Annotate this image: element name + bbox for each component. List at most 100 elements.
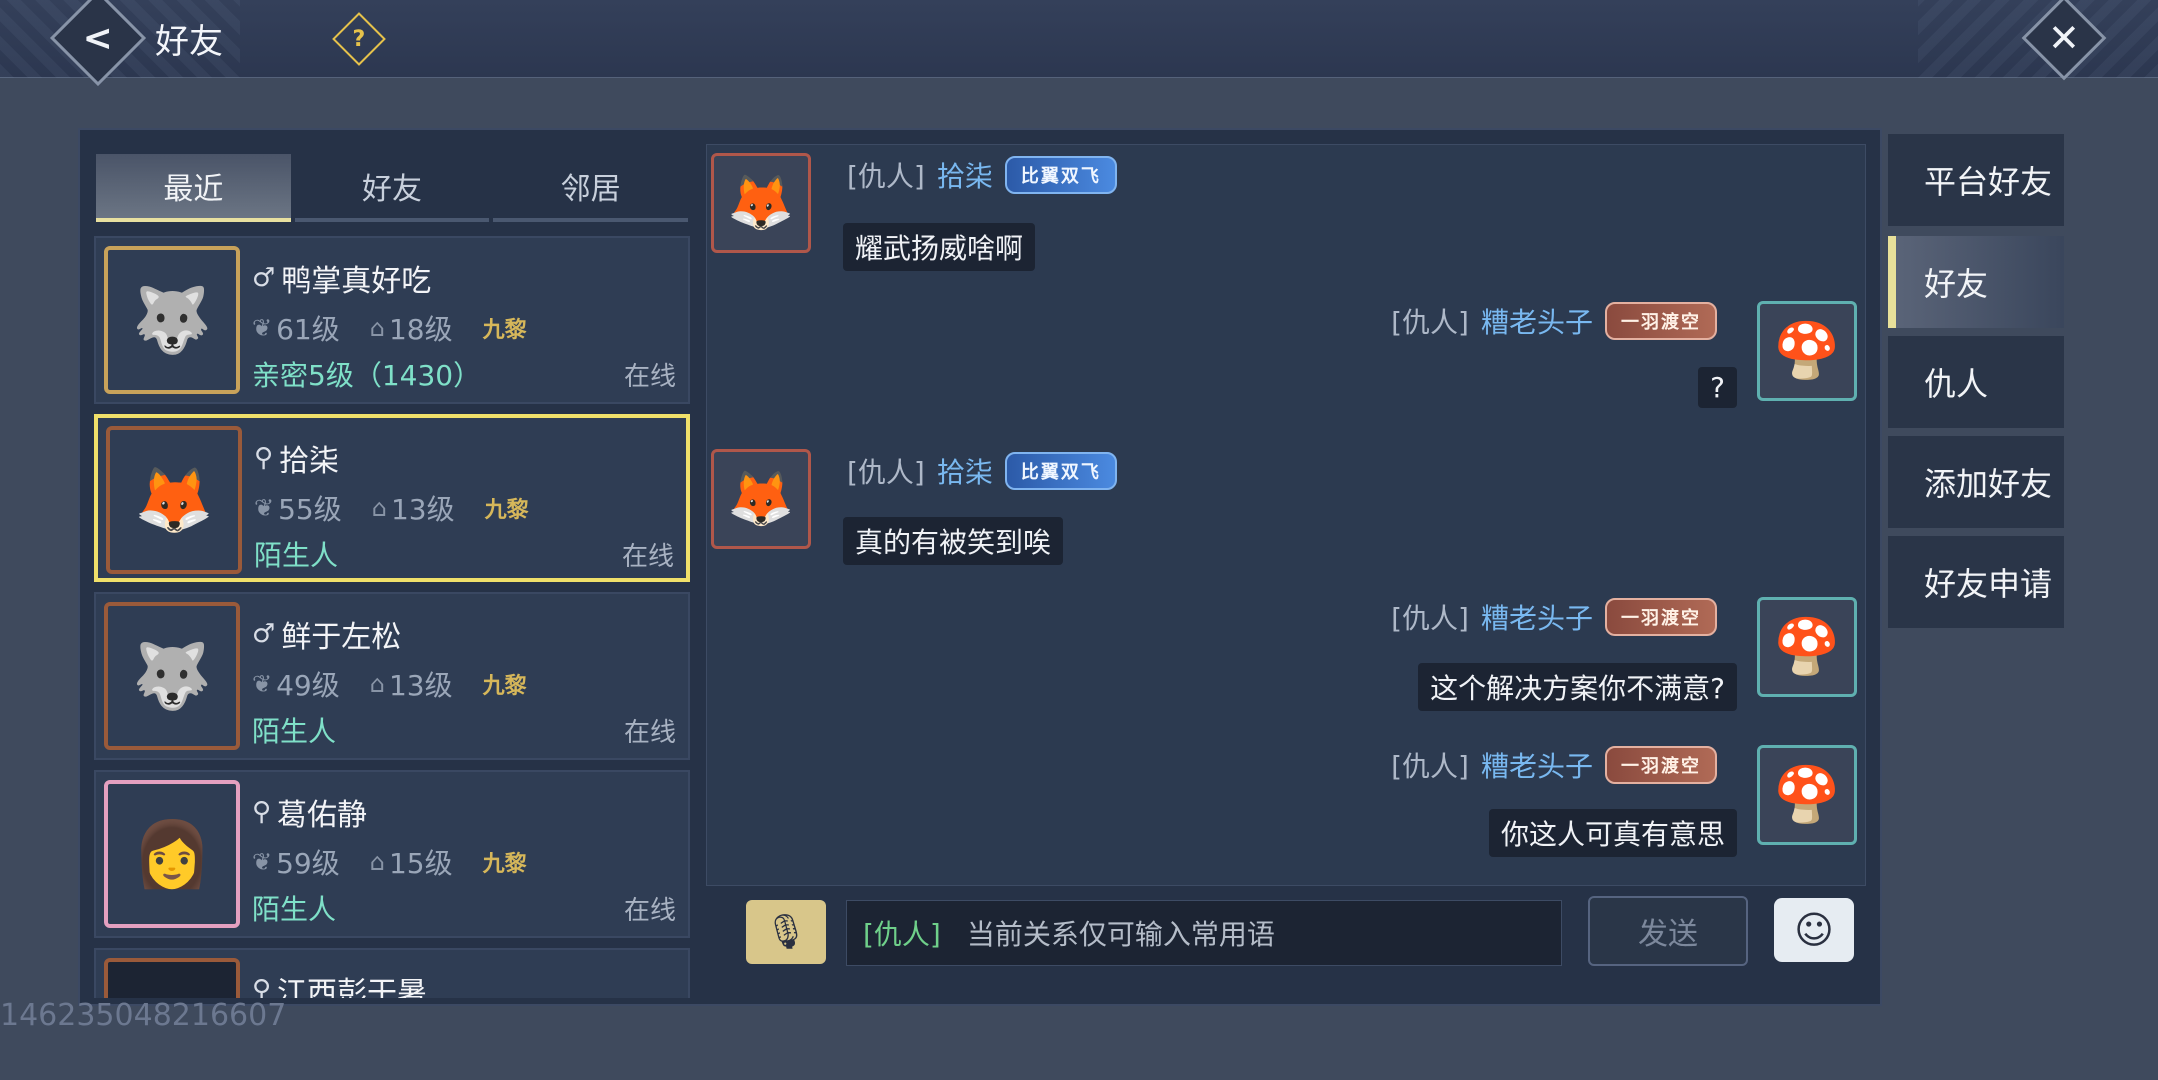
- avatar: 🦊: [106, 426, 242, 574]
- avatar: 🐺: [104, 246, 240, 394]
- guild-label: 九黎: [482, 852, 527, 877]
- title-badge: 一羽渡空: [1605, 598, 1717, 636]
- male-icon: ♂: [252, 619, 276, 649]
- tab-recent[interactable]: 最近: [96, 154, 291, 222]
- sender-name[interactable]: 拾柒: [937, 451, 993, 491]
- help-button[interactable]: ?: [332, 12, 386, 66]
- contact-name: 鸭掌真好吃: [281, 264, 432, 299]
- contact-card[interactable]: ⚲ 江西彭干暑: [94, 948, 690, 998]
- relation-tag: [仇人]: [847, 160, 925, 193]
- sender-avatar[interactable]: 🦊: [711, 153, 811, 253]
- home-level: 15级: [388, 847, 453, 880]
- chat-log[interactable]: 🦊 [仇人] 拾柒 比翼双飞 耀武扬威啥啊 🍄 [仇人] 糟老头子 一羽渡空 ?…: [706, 144, 1866, 886]
- player-level: 55级: [278, 493, 342, 526]
- watermark-id: 14623504821660​7: [0, 998, 287, 1033]
- online-status: 在线: [623, 362, 676, 392]
- player-level: 49级: [276, 669, 340, 702]
- relation-tag: [仇人]: [847, 456, 925, 489]
- male-icon: ♂: [252, 263, 276, 293]
- contact-name: 江西彭干暑: [277, 976, 428, 998]
- contact-name: 拾柒: [279, 444, 340, 479]
- relation-tag: [仇人]: [1391, 602, 1469, 635]
- message-bubble: 你这人可真有意思: [1488, 809, 1737, 857]
- title-badge: 一羽渡空: [1605, 746, 1717, 784]
- side-tab-friends[interactable]: 好友: [1888, 236, 2064, 328]
- emoji-button[interactable]: ☺: [1774, 898, 1854, 962]
- online-status: 在线: [623, 718, 676, 748]
- wing-icon: ❦: [252, 314, 273, 342]
- close-icon: ✕: [2048, 16, 2080, 60]
- contact-card[interactable]: 🐺 ♂ 鸭掌真好吃 ❦ 61级 ⌂ 18级 九黎 亲密5级（1430） 在线: [94, 236, 690, 404]
- sender-avatar[interactable]: 🍄: [1757, 597, 1857, 697]
- relation-tag: [仇人]: [1391, 306, 1469, 339]
- input-relation-prefix: [仇人]: [863, 918, 941, 951]
- question-mark-icon: ?: [352, 26, 366, 52]
- wing-icon: ❦: [252, 848, 273, 876]
- sender-name[interactable]: 糟老头子: [1481, 597, 1593, 637]
- guild-label: 九黎: [484, 498, 529, 523]
- back-arrow-icon: <: [82, 17, 114, 59]
- house-icon: ⌂: [369, 670, 385, 698]
- guild-label: 九黎: [482, 674, 527, 699]
- sender-name[interactable]: 糟老头子: [1481, 745, 1593, 785]
- chat-input[interactable]: [仇人] 当前关系仅可输入常用语: [846, 900, 1562, 966]
- smiley-icon: ☺: [1794, 908, 1834, 952]
- page-title: 好友: [155, 22, 223, 62]
- sender-avatar[interactable]: 🍄: [1757, 745, 1857, 845]
- side-tab-enemies[interactable]: 仇人: [1888, 336, 2064, 428]
- contact-card[interactable]: 🐺 ♂ 鲜于左松 ❦ 49级 ⌂ 13级 九黎 陌生人 在线: [94, 592, 690, 760]
- wing-icon: ❦: [254, 494, 275, 522]
- side-tab-platform-friends[interactable]: 平台好友: [1888, 134, 2064, 226]
- contact-card[interactable]: 👩 ⚲ 葛佑静 ❦ 59级 ⌂ 15级 九黎 陌生人 在线: [94, 770, 690, 938]
- contact-card-selected[interactable]: 🦊 ⚲ 拾柒 ❦ 55级 ⌂ 13级 九黎 陌生人 在线: [94, 414, 690, 582]
- house-icon: ⌂: [369, 314, 385, 342]
- relation-label: 陌生人: [254, 539, 339, 572]
- search-gender-icon: ⚲: [254, 443, 274, 473]
- microphone-icon: 🎙: [764, 912, 808, 952]
- search-gender-icon: ⚲: [252, 797, 272, 827]
- player-level: 61级: [276, 313, 340, 346]
- side-tab-add-friend[interactable]: 添加好友: [1888, 436, 2064, 528]
- top-bar: < 好友 ? ✕: [0, 0, 2158, 87]
- message-bubble: 真的有被笑到唉: [843, 517, 1064, 565]
- voice-input-button[interactable]: 🎙: [746, 900, 826, 964]
- relation-label: 亲密5级（1430）: [252, 359, 482, 392]
- contact-list-panel: 最近 好友 邻居 🐺 ♂ 鸭掌真好吃 ❦ 61级 ⌂ 18级 九黎 亲密5级（1430…: [92, 150, 692, 998]
- avatar: [104, 958, 240, 998]
- sender-avatar[interactable]: 🦊: [711, 449, 811, 549]
- avatar: 🐺: [104, 602, 240, 750]
- message-bubble: 这个解决方案你不满意?: [1418, 663, 1737, 711]
- online-status: 在线: [621, 542, 674, 572]
- contact-name: 葛佑静: [277, 798, 368, 833]
- relation-label: 陌生人: [252, 893, 337, 926]
- side-tab-friend-requests[interactable]: 好友申请: [1888, 536, 2064, 628]
- message-bubble: ?: [1698, 367, 1737, 408]
- home-level: 13级: [390, 493, 455, 526]
- house-icon: ⌂: [369, 848, 385, 876]
- online-status: 在线: [623, 896, 676, 926]
- chat-input-bar: 🎙 [仇人] 当前关系仅可输入常用语 发送 ☺: [706, 890, 1866, 1000]
- contact-name: 鲜于左松: [281, 620, 402, 655]
- player-level: 59级: [276, 847, 340, 880]
- tab-friends[interactable]: 好友: [294, 154, 490, 222]
- wing-icon: ❦: [252, 670, 273, 698]
- tab-neighbors[interactable]: 邻居: [493, 154, 689, 222]
- title-badge: 比翼双飞: [1004, 156, 1117, 194]
- relation-label: 陌生人: [252, 715, 337, 748]
- sender-name[interactable]: 糟老头子: [1481, 301, 1593, 341]
- house-icon: ⌂: [371, 494, 387, 522]
- guild-label: 九黎: [482, 318, 527, 343]
- home-level: 13级: [388, 669, 453, 702]
- sender-name[interactable]: 拾柒: [937, 155, 993, 195]
- relation-tag: [仇人]: [1391, 750, 1469, 783]
- title-badge: 比翼双飞: [1004, 452, 1117, 490]
- send-button[interactable]: 发送: [1588, 896, 1748, 966]
- search-gender-icon: ⚲: [252, 975, 272, 998]
- title-badge: 一羽渡空: [1605, 302, 1717, 340]
- input-placeholder: 当前关系仅可输入常用语: [966, 918, 1275, 951]
- contact-tabs: 最近 好友 邻居: [94, 154, 690, 222]
- home-level: 18级: [388, 313, 453, 346]
- sender-avatar[interactable]: 🍄: [1757, 301, 1857, 401]
- avatar: 👩: [104, 780, 240, 928]
- message-bubble: 耀武扬威啥啊: [843, 223, 1036, 271]
